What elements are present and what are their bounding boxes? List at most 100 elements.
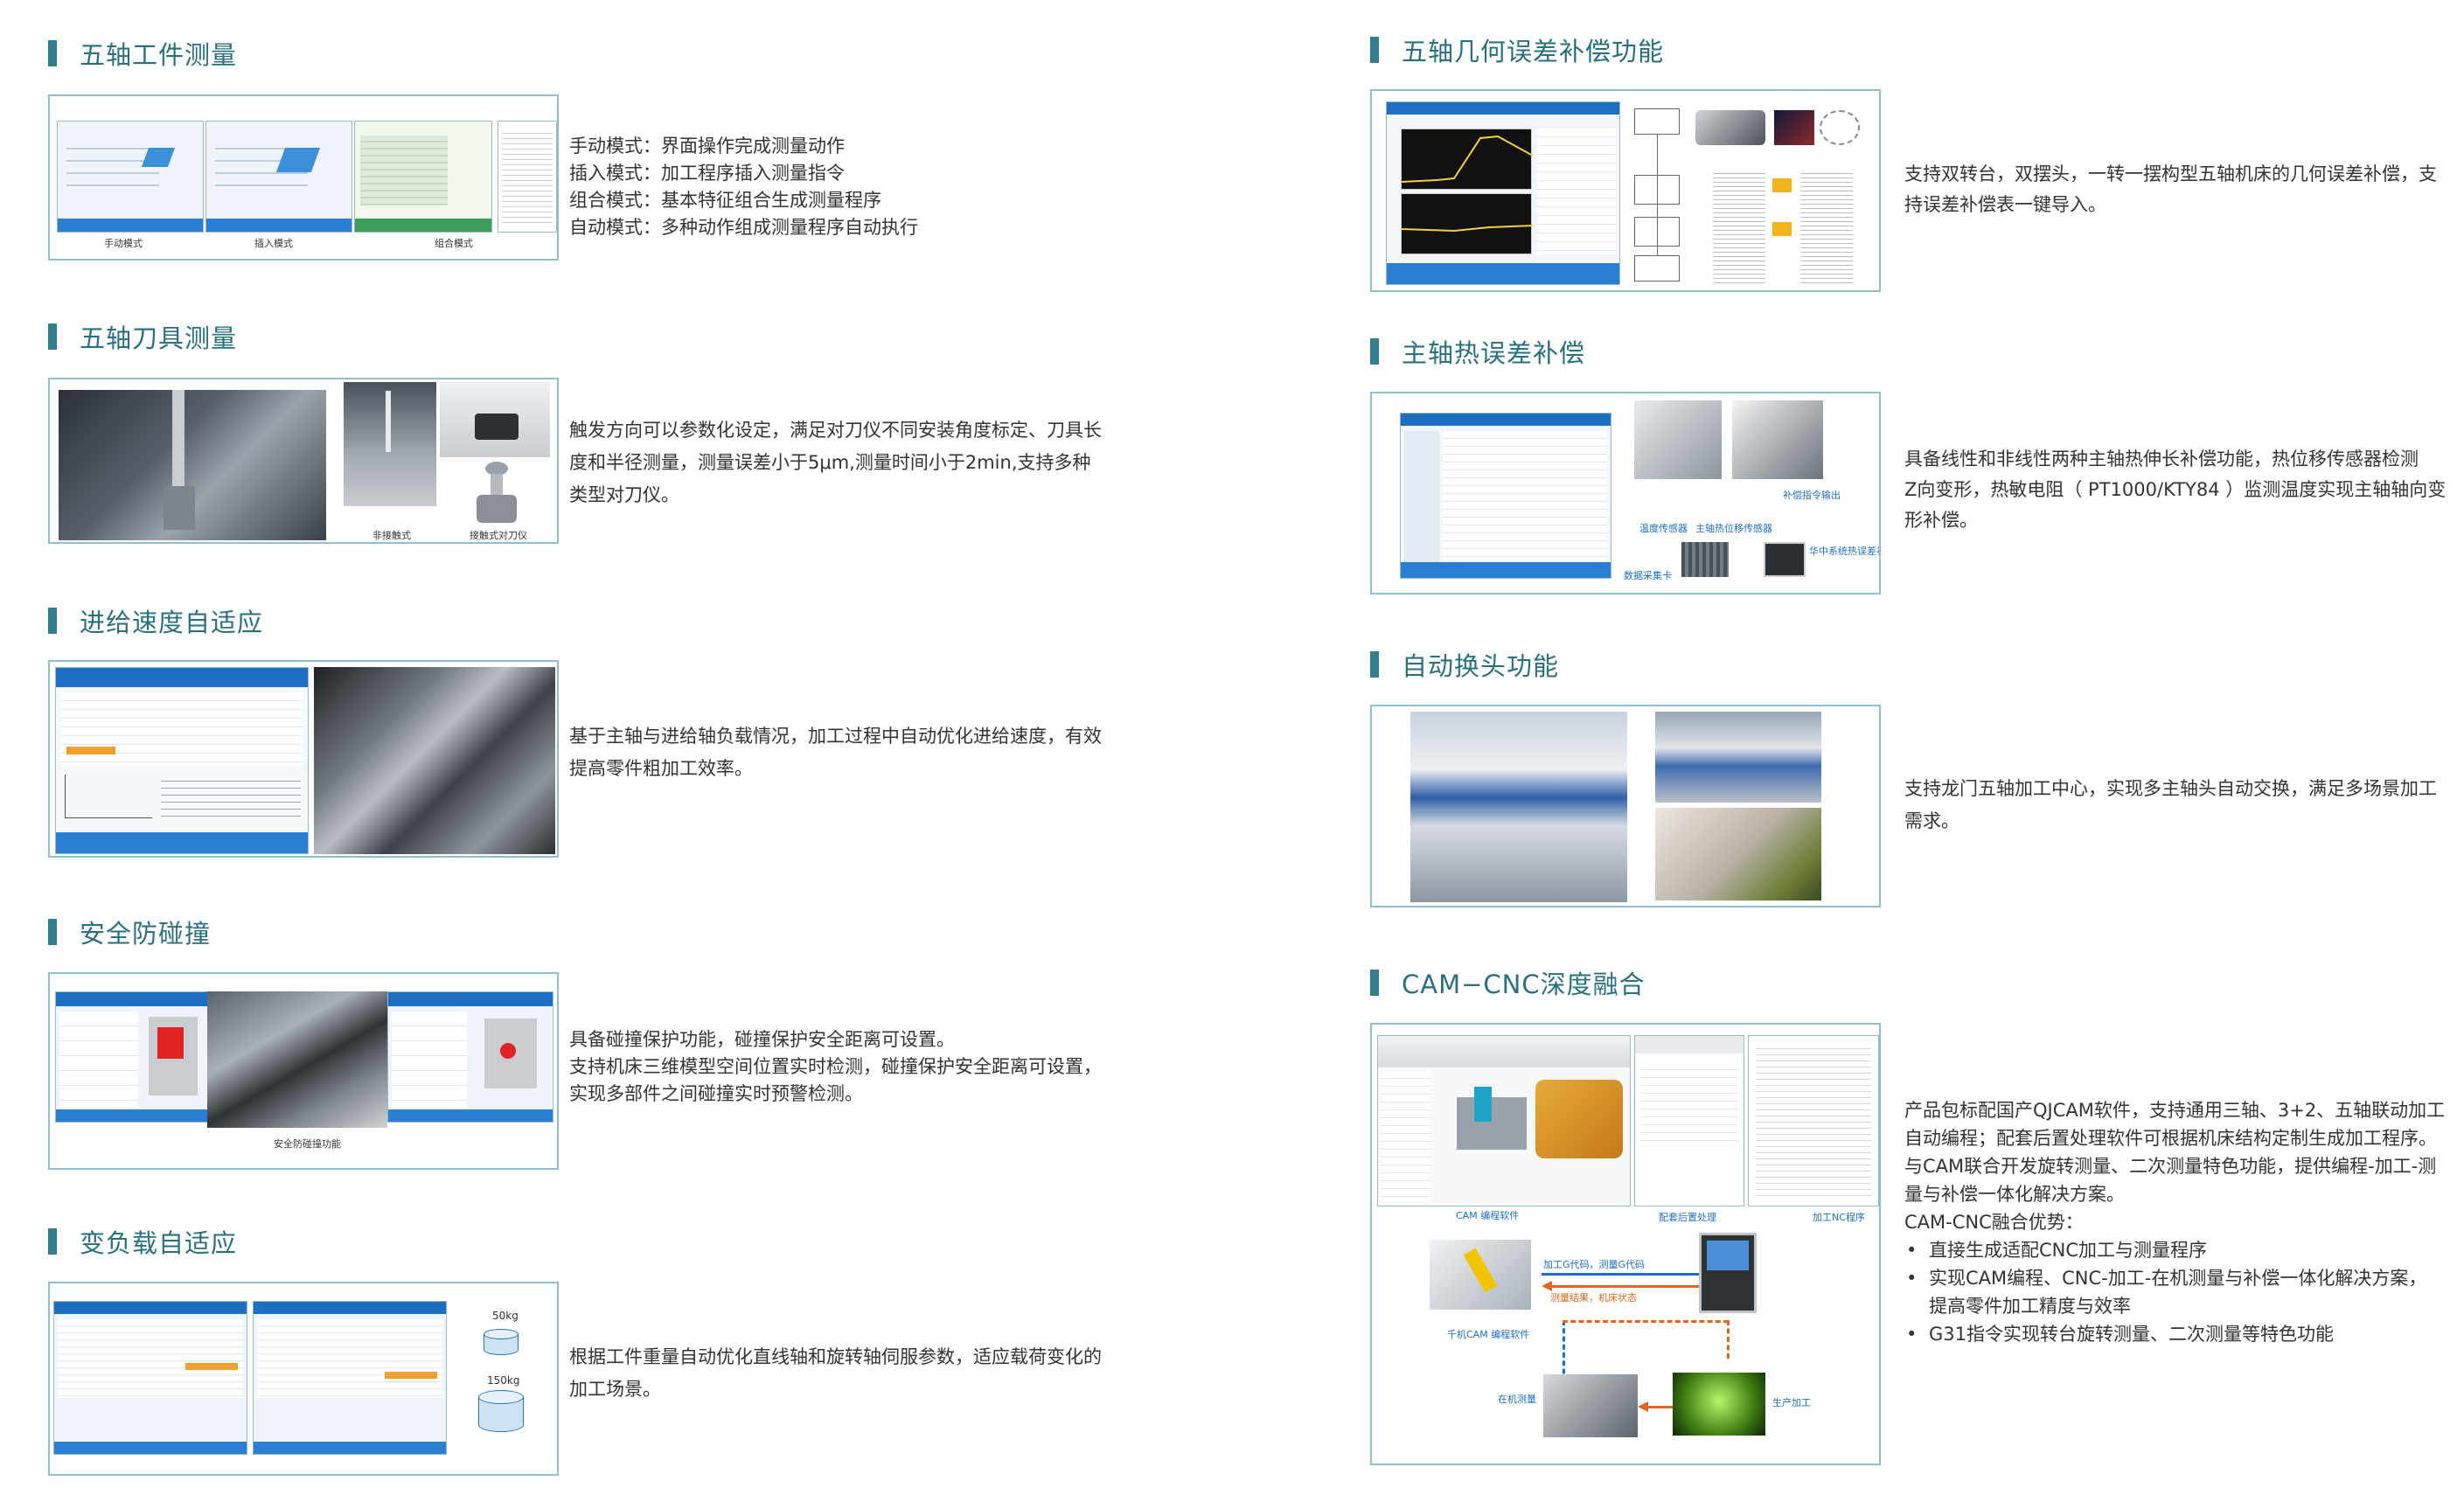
daq-card-photo bbox=[1681, 542, 1729, 577]
cam-software-screenshot bbox=[1377, 1035, 1631, 1206]
headchange-description: 支持龙门五轴加工中心，实现多主轴头自动交换，满足多场景加工 需求。 bbox=[1904, 778, 2437, 831]
flow-node-4 bbox=[1634, 255, 1680, 282]
caption-contact-setter: 接触式对刀仪 bbox=[470, 530, 527, 541]
caption-production: 生产加工 bbox=[1772, 1397, 1811, 1408]
section-title-feed: 进给速度自适应 bbox=[48, 601, 263, 640]
contact-setter-photo bbox=[466, 460, 527, 525]
weight-small-icon bbox=[484, 1329, 519, 1357]
collision-machine-photo bbox=[207, 991, 387, 1128]
combo-mode-screenshot bbox=[354, 121, 492, 233]
tool-description: 触发方向可以参数化设定，满足对刀仪不同安装角度标定、刀具长 度和半径测量，测量误… bbox=[569, 420, 1102, 505]
section-title-workpiece: 五轴工件测量 bbox=[48, 34, 237, 73]
section-title-camcnc: CAM−CNC深度融合 bbox=[1370, 963, 1646, 1002]
production-photo bbox=[1673, 1373, 1765, 1436]
load-screenshot-right bbox=[253, 1301, 447, 1455]
arrow-production-icon bbox=[1638, 1401, 1648, 1412]
caption-comp-output: 补偿指令输出 bbox=[1783, 490, 1841, 501]
weight-large-icon bbox=[478, 1390, 524, 1434]
collision-screenshot-left bbox=[55, 991, 209, 1123]
title-bar-icon bbox=[48, 919, 57, 945]
caption-noncontact: 非接触式 bbox=[372, 530, 411, 541]
caption-collision: 安全防碰撞功能 bbox=[274, 1138, 341, 1150]
feed-figure bbox=[48, 660, 559, 858]
section-title-geometric: 五轴几何误差补偿功能 bbox=[1370, 31, 1664, 69]
caption-cam-software: CAM 编程软件 bbox=[1456, 1210, 1520, 1221]
caption-gcode: 加工G代码，测量G代码 bbox=[1543, 1259, 1646, 1270]
collision-description: 具备碰撞保护功能，碰撞保护安全距离可设置。 支持机床三维模型空间位置实时检测，碰… bbox=[569, 1029, 1102, 1104]
caption-combo-mode: 组合模式 bbox=[435, 238, 473, 249]
collision-figure: 安全防碰撞功能 bbox=[48, 972, 559, 1170]
machine-thumb-2 bbox=[1774, 110, 1814, 145]
camcnc-description: 产品包标配国产QJCAM软件，支持通用三轴、3+2、五轴联动加工 自动编程；配套… bbox=[1904, 1096, 2445, 1348]
list-item: G31指令实现转台旋转测量、二次测量等特色功能 bbox=[1904, 1320, 2445, 1348]
dashed-line-horizontal bbox=[1563, 1320, 1729, 1323]
list-item: 直接生成适配CNC加工与测量程序 bbox=[1904, 1236, 2445, 1264]
caption-temp-sensor: 温度传感器 bbox=[1639, 523, 1688, 534]
thermal-figure: 温度传感器 主轴热位移传感器 补偿指令输出 数据采集卡 华中系统热误差补偿 bbox=[1370, 392, 1881, 595]
caption-nc-program: 加工NC程序 bbox=[1813, 1212, 1865, 1223]
title-bar-icon bbox=[48, 1228, 57, 1255]
caption-150kg: 150kg bbox=[487, 1374, 520, 1387]
geometric-figure bbox=[1370, 89, 1881, 292]
caption-onmachine-measure: 在机测量 bbox=[1498, 1394, 1536, 1405]
arrow-right-line bbox=[1542, 1273, 1708, 1276]
section-title-load: 变负载自适应 bbox=[48, 1222, 237, 1261]
camcnc-advantages-list: 直接生成适配CNC加工与测量程序 实现CAM编程、CNC-加工-在机测量与补偿一… bbox=[1904, 1236, 2445, 1348]
tool-figure: 非接触式 接触式对刀仪 bbox=[48, 378, 559, 544]
caption-50kg: 50kg bbox=[492, 1310, 519, 1322]
list-item: 实现CAM编程、CNC-加工-在机测量与补偿一体化解决方案，提高零件加工精度与效… bbox=[1904, 1264, 2445, 1320]
collision-screenshot-right bbox=[387, 991, 553, 1123]
noncontact-probe-photo bbox=[344, 382, 436, 506]
thermal-description: 具备线性和非线性两种主轴热伸长补偿功能，热位移传感器检测 Z向变形，热敏电阻（ … bbox=[1904, 448, 2447, 531]
nc-program-screenshot bbox=[1748, 1035, 1879, 1206]
arrow-left-line bbox=[1552, 1285, 1709, 1288]
headchange-photo-top bbox=[1655, 712, 1821, 803]
spindle-sensor-render bbox=[1732, 400, 1823, 479]
geometric-description: 支持双转台，双摆头，一转一摆构型五轴机床的几何误差补偿，支 持误差补偿表一键导入… bbox=[1904, 163, 2437, 215]
caption-displacement-sensor: 主轴热位移传感器 bbox=[1695, 523, 1772, 534]
title-bar-icon bbox=[1370, 37, 1379, 63]
thermal-screenshot bbox=[1400, 413, 1611, 579]
caption-manual-mode: 手动模式 bbox=[104, 238, 143, 249]
title-bar-icon bbox=[48, 323, 57, 350]
cam-thumb bbox=[1430, 1240, 1531, 1310]
tool-machine-photo bbox=[59, 390, 326, 540]
section-title-thermal: 主轴热误差补偿 bbox=[1370, 332, 1585, 371]
machine-thumb-3 bbox=[1820, 110, 1860, 145]
auto-mode-screenshot bbox=[498, 121, 557, 233]
load-screenshot-left bbox=[53, 1301, 247, 1455]
caption-measure-result: 测量结果，机床状态 bbox=[1550, 1292, 1637, 1304]
error-curve-top bbox=[1401, 135, 1534, 183]
feed-description: 基于主轴与进给轴负载情况，加工过程中自动优化进给速度，有效 提高零件粗加工效率。 bbox=[569, 726, 1102, 779]
tool-setter-photo bbox=[440, 382, 550, 457]
cnc-panel-photo bbox=[1764, 542, 1806, 577]
title-bar-icon bbox=[48, 40, 57, 66]
load-figure: 50kg 150kg bbox=[48, 1282, 559, 1476]
geometric-flowchart bbox=[1634, 108, 1870, 283]
title-bar-icon bbox=[1370, 651, 1379, 678]
geometric-screenshot bbox=[1386, 101, 1620, 285]
title-bar-icon bbox=[1370, 338, 1379, 365]
section-title-tool: 五轴刀具测量 bbox=[48, 317, 237, 356]
manual-mode-screenshot bbox=[57, 121, 204, 233]
caption-insert-mode: 插入模式 bbox=[254, 238, 293, 249]
insert-mode-screenshot bbox=[205, 121, 352, 233]
section-title-headchange: 自动换头功能 bbox=[1370, 645, 1559, 684]
caption-huazhong-comp: 华中系统热误差补偿 bbox=[1809, 546, 1879, 557]
headchange-figure bbox=[1370, 705, 1881, 907]
spindle-render bbox=[1634, 400, 1722, 479]
camcnc-figure: CAM 编程软件 配套后置处理 加工NC程序 加工G代码，测量G代码 测量结果，… bbox=[1370, 1023, 1881, 1465]
machined-part-photo bbox=[314, 667, 555, 854]
error-curve-bottom bbox=[1401, 225, 1534, 233]
caption-post-processing: 配套后置处理 bbox=[1659, 1212, 1716, 1223]
feed-screenshot bbox=[55, 667, 309, 854]
machine-thumb-1 bbox=[1695, 110, 1765, 145]
workpiece-figure: 手动模式 插入模式 组合模式 bbox=[48, 94, 559, 261]
gantry-machine-photo bbox=[1410, 712, 1627, 902]
section-title-collision: 安全防碰撞 bbox=[48, 913, 211, 951]
load-description: 根据工件重量自动优化直线轴和旋转轴伺服参数，适应载荷变化的 加工场景。 bbox=[569, 1346, 1102, 1400]
title-bar-icon bbox=[1370, 970, 1379, 996]
onmachine-measure-photo bbox=[1543, 1374, 1638, 1437]
cnc-controller-photo bbox=[1699, 1233, 1757, 1313]
title-bar-icon bbox=[48, 608, 57, 634]
